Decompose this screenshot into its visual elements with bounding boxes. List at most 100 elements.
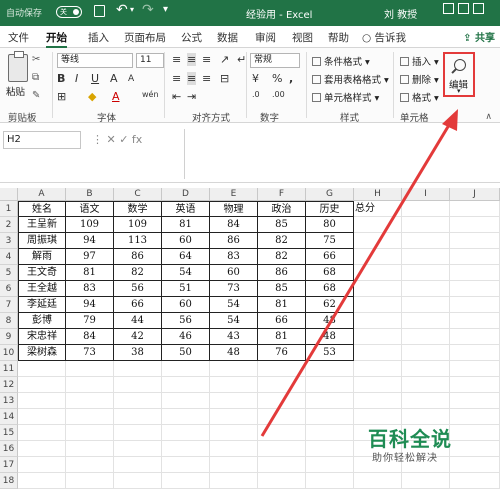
column-header-H[interactable]: H — [354, 188, 402, 201]
column-header-E[interactable]: E — [210, 188, 258, 201]
cell-C17[interactable] — [114, 457, 162, 473]
cell-D8[interactable]: 56 — [162, 313, 210, 329]
cell-J2[interactable] — [450, 217, 500, 233]
cell-E4[interactable]: 83 — [210, 249, 258, 265]
cell-H8[interactable] — [354, 313, 402, 329]
tab-data[interactable]: 数据 — [217, 30, 238, 45]
cell-E10[interactable]: 48 — [210, 345, 258, 361]
row-header-11[interactable]: 11 — [0, 361, 18, 377]
cell-D16[interactable] — [162, 441, 210, 457]
row-header-17[interactable]: 17 — [0, 457, 18, 473]
align-top-icon[interactable]: ≡ — [172, 53, 181, 66]
header-cell[interactable]: 物理 — [210, 201, 258, 217]
cell-E2[interactable]: 84 — [210, 217, 258, 233]
row-header-9[interactable]: 9 — [0, 329, 18, 345]
tab-review[interactable]: 审阅 — [255, 30, 276, 45]
header-cell[interactable]: 总分 — [354, 201, 402, 217]
cell-D17[interactable] — [162, 457, 210, 473]
cell-B9[interactable]: 84 — [66, 329, 114, 345]
cell-B13[interactable] — [66, 393, 114, 409]
cell-J13[interactable] — [450, 393, 500, 409]
cell-E16[interactable] — [210, 441, 258, 457]
customize-toolbar-icon[interactable]: ▾ — [163, 4, 168, 15]
cell-B16[interactable] — [66, 441, 114, 457]
number-format-select[interactable]: 常规 — [250, 53, 300, 68]
column-header-D[interactable]: D — [162, 188, 210, 201]
user-name[interactable]: 刘 教授 — [384, 6, 417, 21]
font-color-icon[interactable]: A — [112, 90, 120, 103]
align-center-icon[interactable]: ≡ — [187, 72, 197, 85]
row-header-16[interactable]: 16 — [0, 441, 18, 457]
cell-H4[interactable] — [354, 249, 402, 265]
undo-icon[interactable]: ↶ — [116, 2, 128, 18]
cell-I18[interactable] — [402, 473, 450, 489]
row-header-14[interactable]: 14 — [0, 409, 18, 425]
cell-B15[interactable] — [66, 425, 114, 441]
cell-C6[interactable]: 56 — [114, 281, 162, 297]
cell-C15[interactable] — [114, 425, 162, 441]
cell-E3[interactable]: 86 — [210, 233, 258, 249]
cell-E17[interactable] — [210, 457, 258, 473]
header-cell[interactable]: 历史 — [306, 201, 354, 217]
fill-color-icon[interactable]: ◆ — [88, 90, 96, 103]
cell-F12[interactable] — [258, 377, 306, 393]
cell-G5[interactable]: 68 — [306, 265, 354, 281]
cell-G15[interactable] — [306, 425, 354, 441]
cell-E5[interactable]: 60 — [210, 265, 258, 281]
increase-decimal-icon[interactable]: .0 — [252, 90, 260, 99]
cell-D6[interactable]: 51 — [162, 281, 210, 297]
cell-J5[interactable] — [450, 265, 500, 281]
align-right-icon[interactable]: ≡ — [202, 72, 211, 85]
header-cell[interactable]: 数学 — [114, 201, 162, 217]
cell-A3[interactable]: 周振琪 — [18, 233, 66, 249]
cell-G3[interactable]: 75 — [306, 233, 354, 249]
cell-G12[interactable] — [306, 377, 354, 393]
font-size-select[interactable]: 11 — [136, 53, 164, 68]
cell-F13[interactable] — [258, 393, 306, 409]
cell-H5[interactable] — [354, 265, 402, 281]
align-middle-icon[interactable]: ≡ — [187, 53, 197, 66]
cell-F7[interactable]: 81 — [258, 297, 306, 313]
border-icon[interactable]: ⊞ — [57, 90, 66, 103]
column-header-G[interactable]: G — [306, 188, 354, 201]
tab-view[interactable]: 视图 — [292, 30, 313, 45]
cell-E12[interactable] — [210, 377, 258, 393]
cell-I4[interactable] — [402, 249, 450, 265]
formula-input[interactable] — [184, 129, 498, 179]
cell-A14[interactable] — [18, 409, 66, 425]
cell-B3[interactable]: 94 — [66, 233, 114, 249]
cell-C4[interactable]: 86 — [114, 249, 162, 265]
underline-button[interactable]: U — [91, 72, 99, 85]
percent-icon[interactable]: % — [272, 72, 282, 85]
cell-A7[interactable]: 李延廷 — [18, 297, 66, 313]
enter-icon[interactable]: ✓ — [116, 133, 128, 146]
tab-page-layout[interactable]: 页面布局 — [124, 30, 166, 45]
cell-F5[interactable]: 86 — [258, 265, 306, 281]
format-as-table-button[interactable]: 套用表格格式 ▾ — [312, 72, 389, 86]
cell-F2[interactable]: 85 — [258, 217, 306, 233]
cell-H7[interactable] — [354, 297, 402, 313]
column-header-J[interactable]: J — [450, 188, 500, 201]
cell-A18[interactable] — [18, 473, 66, 489]
cell-B18[interactable] — [66, 473, 114, 489]
cell-D13[interactable] — [162, 393, 210, 409]
cell-E8[interactable]: 54 — [210, 313, 258, 329]
cell-H9[interactable] — [354, 329, 402, 345]
cell-C2[interactable]: 109 — [114, 217, 162, 233]
cell-H11[interactable] — [354, 361, 402, 377]
tell-me-search[interactable]: ○ 告诉我 — [362, 30, 406, 45]
cell-G4[interactable]: 66 — [306, 249, 354, 265]
cell-B7[interactable]: 94 — [66, 297, 114, 313]
header-cell[interactable]: 姓名 — [18, 201, 66, 217]
column-header-C[interactable]: C — [114, 188, 162, 201]
cell-A2[interactable]: 王呈新 — [18, 217, 66, 233]
increase-indent-icon[interactable]: ⇥ — [187, 90, 196, 103]
cell-A9[interactable]: 宋忠祥 — [18, 329, 66, 345]
cell-D18[interactable] — [162, 473, 210, 489]
cell-G2[interactable]: 80 — [306, 217, 354, 233]
font-grow-icon[interactable]: A — [110, 72, 118, 85]
cell-F4[interactable]: 82 — [258, 249, 306, 265]
cell-F8[interactable]: 66 — [258, 313, 306, 329]
cell-C9[interactable]: 42 — [114, 329, 162, 345]
cell-I2[interactable] — [402, 217, 450, 233]
